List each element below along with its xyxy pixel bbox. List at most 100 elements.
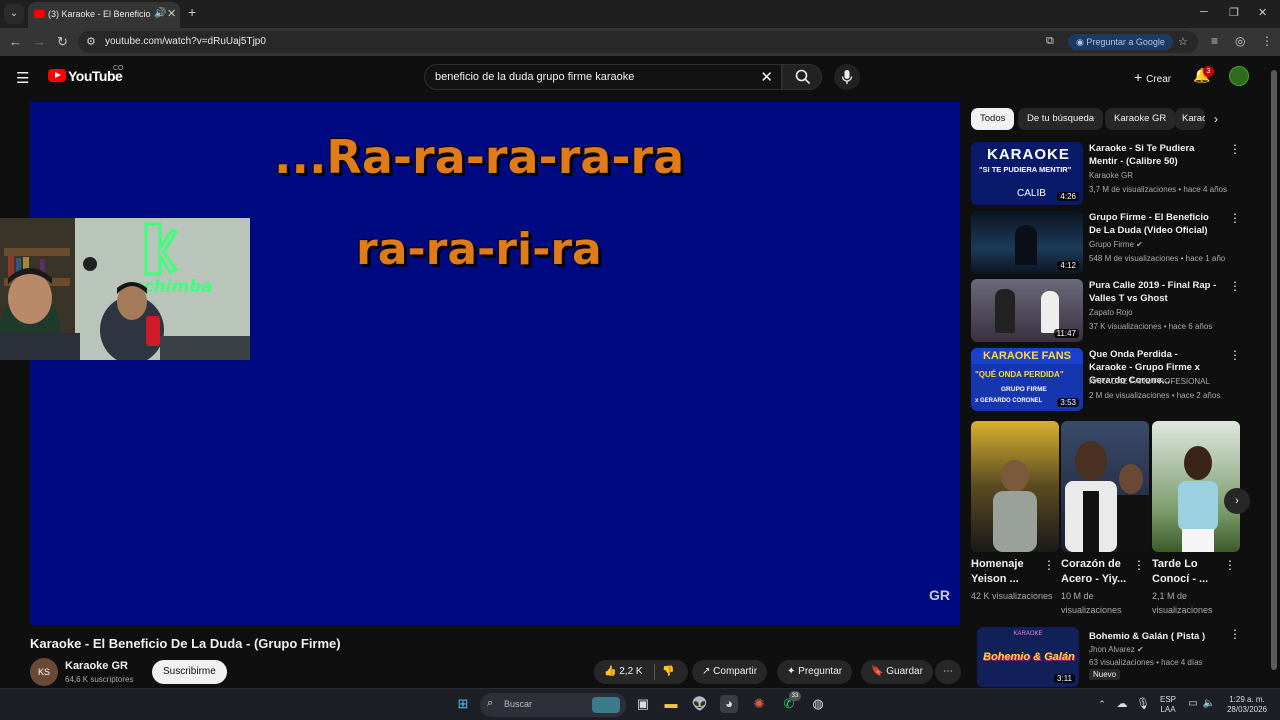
tray-volume-icon[interactable]: 🔈 [1200, 695, 1218, 713]
ask-button[interactable]: ✦ Preguntar [777, 660, 853, 684]
recommendation-item[interactable]: KARAOKE "SI TE PUDIERA MENTIR" CALIB 4:2… [971, 142, 1251, 206]
video-thumbnail[interactable]: KARAOKE FANS "QUÉ ONDA PERDIDA" GRUPO FI… [971, 348, 1083, 411]
like-button[interactable]: 👍 2,2 K [604, 666, 643, 677]
forward-arrow-icon[interactable]: → [33, 34, 46, 49]
more-vert-icon[interactable]: ⋮ [1229, 211, 1241, 225]
file-explorer-icon[interactable]: ▬ [662, 695, 680, 713]
voice-search-button[interactable] [834, 64, 860, 90]
minimize-icon[interactable]: ─ [1200, 6, 1208, 18]
keyboard-language[interactable]: ESP LAA [1156, 695, 1180, 715]
clock-date: 28/03/2026 [1226, 705, 1268, 714]
chip-todos[interactable]: Todos [971, 108, 1015, 130]
tray-chevron-up-icon[interactable]: ⌃ [1093, 695, 1111, 713]
windows-start-icon[interactable]: ⊞ [454, 695, 472, 713]
shorts-next-chevron-icon[interactable]: › [1224, 488, 1250, 514]
karaoke-lyric-line-2: ra-ra-ri-ra [356, 224, 602, 275]
chip-de-tu-busqueda[interactable]: De tu búsqueda [1018, 108, 1104, 130]
recommendation-channel[interactable]: Zapato Rojo [1089, 308, 1133, 317]
profile-icon[interactable]: ◎ [1235, 34, 1245, 48]
tray-cloud-icon[interactable]: ☁ [1113, 695, 1131, 713]
save-button[interactable]: 🔖 Guardar [861, 660, 933, 684]
close-window-icon[interactable]: ✕ [1258, 6, 1267, 19]
recommendation-title[interactable]: Pura Calle 2019 - Final Rap - Valles T v… [1089, 279, 1217, 305]
clear-search-icon[interactable]: ✕ [760, 68, 773, 86]
video-thumbnail[interactable]: 11:47 [971, 279, 1083, 342]
tray-microphone-icon[interactable]: 🎙 [1134, 695, 1152, 713]
youtube-favicon-icon [34, 10, 45, 18]
video-thumbnail[interactable]: 4:12 [971, 211, 1083, 274]
share-button[interactable]: ↗ Compartir [692, 660, 768, 684]
short-thumbnail[interactable] [1061, 421, 1149, 552]
video-player[interactable]: ...Ra-ra-ra-ra-ra ra-ra-ri-ra GR [30, 102, 960, 625]
thumbs-down-icon[interactable]: 👎 [662, 660, 674, 684]
close-tab-icon[interactable]: ✕ [167, 7, 176, 20]
short-title[interactable]: Tarde Lo Conocí - ... [1152, 557, 1226, 587]
more-vert-icon[interactable]: ⋮ [1229, 627, 1241, 641]
subscribe-button[interactable]: Suscribirme [152, 660, 227, 684]
site-info-icon[interactable]: ⚙ [86, 35, 96, 48]
task-view-icon[interactable]: ▣ [634, 695, 652, 713]
speaker-icon[interactable]: 🔊 [154, 8, 166, 19]
more-vert-icon[interactable]: ⋮ [1043, 558, 1055, 572]
tab-list-chevron-icon[interactable]: ⌄ [4, 4, 24, 24]
chip-karaoke[interactable]: Karaoke [1175, 108, 1205, 130]
account-avatar[interactable] [1229, 66, 1249, 86]
app-circle-icon[interactable]: ◍ [809, 695, 827, 713]
new-tab-plus-icon[interactable]: + [188, 4, 196, 20]
more-actions-icon[interactable]: ⋯ [935, 660, 961, 684]
short-title[interactable]: Homenaje Yeison ... [971, 557, 1045, 587]
recommendation-channel[interactable]: Grupo Firme ✔ [1089, 240, 1143, 249]
taskbar-clock[interactable]: 1:29 a. m. 28/03/2026 [1222, 695, 1272, 715]
url-text[interactable]: youtube.com/watch?v=dRuUaj5Tjp0 [105, 36, 266, 47]
recommendation-channel[interactable]: Karaoke GR [1089, 171, 1133, 180]
short-item[interactable]: Homenaje Yeison ... 42 K visualizaciones… [971, 421, 1059, 603]
scrollbar-thumb[interactable] [1271, 70, 1277, 670]
short-item[interactable]: Corazón de Acero - Yiy... 10 M de visual… [1061, 421, 1149, 617]
short-title[interactable]: Corazón de Acero - Yiy... [1061, 557, 1135, 587]
recommendation-title[interactable]: Bohemio & Galán ( Pista ) [1089, 630, 1217, 643]
browser-menu-icon[interactable]: ⋮ [1261, 34, 1273, 48]
short-thumbnail[interactable] [1152, 421, 1240, 552]
video-thumbnail[interactable]: KARAOKE Bohemio & Galán 3:11 [977, 627, 1079, 687]
alien-app-icon[interactable]: 👽 [691, 695, 709, 713]
app-sunburst-icon[interactable]: ✺ [750, 695, 768, 713]
short-item[interactable]: Tarde Lo Conocí - ... 2,1 M de visualiza… [1152, 421, 1240, 617]
back-arrow-icon[interactable]: ← [9, 34, 22, 49]
recommendation-item[interactable]: KARAOKE FANS "QUÉ ONDA PERDIDA" GRUPO FI… [971, 348, 1251, 412]
more-vert-icon[interactable]: ⋮ [1224, 558, 1236, 572]
more-vert-icon[interactable]: ⋮ [1133, 558, 1145, 572]
recommendation-title[interactable]: Karaoke - Si Te Pudiera Mentir - (Calibr… [1089, 142, 1217, 168]
ask-google-button[interactable]: ◉ Preguntar a Google [1068, 34, 1173, 50]
recommendation-channel[interactable]: KARAOKE FANS PROFESIONAL [1089, 377, 1210, 386]
taskbar-search-box[interactable]: ⌕ Buscar [480, 693, 626, 717]
more-vert-icon[interactable]: ⋮ [1229, 348, 1241, 362]
more-vert-icon[interactable]: ⋮ [1229, 279, 1241, 293]
youtube-logo-icon[interactable] [48, 69, 66, 82]
chips-next-chevron-icon[interactable]: › [1214, 112, 1218, 126]
create-button[interactable]: + Crear [1124, 65, 1181, 89]
chip-karaoke-gr[interactable]: Karaoke GR [1105, 108, 1176, 130]
page-scrollbar[interactable] [1271, 60, 1277, 685]
channel-avatar[interactable]: KS [30, 658, 58, 686]
reload-icon[interactable]: ↻ [57, 34, 68, 50]
chrome-icon[interactable]: ◕ [720, 695, 738, 713]
recommendation-item[interactable]: 11:47 Pura Calle 2019 - Final Rap - Vall… [971, 279, 1251, 343]
address-bar[interactable]: ⚙ youtube.com/watch?v=dRuUaj5Tjp0 ⧉ ◉ Pr… [78, 31, 1198, 53]
video-thumbnail[interactable]: KARAOKE "SI TE PUDIERA MENTIR" CALIB 4:2… [971, 142, 1083, 205]
install-app-icon[interactable]: ⧉ [1046, 35, 1054, 48]
channel-name[interactable]: Karaoke GR [65, 660, 128, 672]
recommendation-channel[interactable]: Jhon Alvarez ✔ [1089, 645, 1144, 654]
search-query-text[interactable]: beneficio de la duda grupo firme karaoke [435, 71, 634, 83]
browser-tab-youtube[interactable]: (3) Karaoke - El Beneficio D 🔊 ✕ [28, 2, 180, 28]
search-button[interactable] [782, 64, 822, 90]
recommendation-item[interactable]: KARAOKE Bohemio & Galán 3:11 Bohemio & G… [971, 627, 1251, 691]
more-vert-icon[interactable]: ⋮ [1229, 142, 1241, 156]
recommendation-item[interactable]: 4:12 Grupo Firme - El Beneficio De La Du… [971, 211, 1251, 275]
reading-list-icon[interactable]: ≡ [1211, 34, 1218, 48]
search-input[interactable]: beneficio de la duda grupo firme karaoke… [424, 64, 782, 90]
bookmark-star-icon[interactable]: ☆ [1178, 35, 1188, 48]
recommendation-title[interactable]: Grupo Firme - El Beneficio De La Duda (V… [1089, 211, 1217, 237]
restore-icon[interactable]: ❐ [1229, 6, 1239, 19]
short-thumbnail[interactable] [971, 421, 1059, 552]
hamburger-menu-icon[interactable]: ☰ [16, 69, 29, 87]
